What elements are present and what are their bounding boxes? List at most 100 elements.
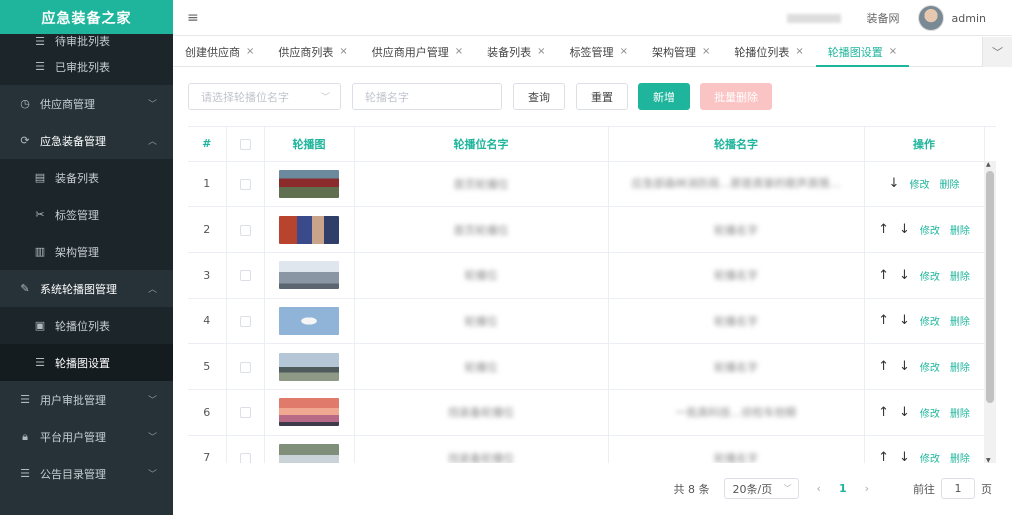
tab-label: 轮播位列表 [734,45,790,59]
arrow-down-icon[interactable]: ↓ [899,450,910,463]
row-name: 轮播名字 [608,206,865,253]
row-name: 一批高科技…侦检车抢眼 [608,389,865,436]
sidebar-item-tags[interactable]: ✂ 标签管理 [0,196,173,233]
filter-toolbar: 请选择轮播位名字 ﹀ 轮播名字 查询 重置 新增 批量删除 [188,83,772,110]
row-checkbox[interactable] [239,178,251,190]
close-icon[interactable]: × [455,46,463,57]
sidebar-item-label: 标签管理 [55,208,99,222]
tab-label: 创建供应商 [185,45,240,59]
tab-create-supplier[interactable]: 创建供应商 × [173,37,266,66]
edit-link[interactable]: 修改 [909,176,929,191]
user-name[interactable]: admin [952,12,986,25]
row-checkbox[interactable] [239,315,251,327]
arrow-up-icon[interactable]: ↑ [878,222,889,237]
close-icon[interactable]: × [339,46,347,57]
arrow-up-icon[interactable]: ↑ [878,450,889,463]
table-scrollbar[interactable]: ▲ ▼ [984,161,996,463]
tab-equipment-list[interactable]: 装备列表 × [475,37,557,66]
avatar[interactable] [917,5,944,31]
close-icon[interactable]: × [620,46,628,57]
arrow-down-icon[interactable]: ↓ [899,268,910,283]
close-icon[interactable]: × [246,46,254,57]
next-page-icon[interactable]: › [865,482,869,495]
close-icon[interactable]: × [889,46,897,57]
row-image-cell [264,206,355,253]
delete-link[interactable]: 删除 [950,222,970,237]
row-name: 轮播名字 [608,435,865,463]
delete-link[interactable]: 删除 [950,359,970,374]
prev-page-icon[interactable]: ‹ [817,482,821,495]
hamburger-icon[interactable]: ≡ [187,10,199,26]
current-page[interactable]: 1 [839,482,847,495]
row-checkbox[interactable] [239,361,251,373]
tab-architecture[interactable]: 架构管理 × [640,37,722,66]
sidebar-item-architecture[interactable]: ▥ 架构管理 [0,233,173,270]
select-all-checkbox[interactable] [239,138,251,150]
row-checkbox[interactable] [239,224,251,236]
sidebar-item-label: 用户审批管理 [40,393,106,407]
sidebar-item-carousel-positions[interactable]: ▣ 轮播位列表 [0,307,173,344]
goto-page-input[interactable]: 1 [941,478,975,499]
arrow-up-icon[interactable]: ↑ [878,405,889,420]
position-text: 轮播位 [464,269,498,283]
edit-link[interactable]: 修改 [920,222,940,237]
delete-link[interactable]: 删除 [939,176,959,191]
delete-link[interactable]: 删除 [950,405,970,420]
chevron-down-icon[interactable]: ﹀ [982,37,1012,67]
sidebar-item-user-approval[interactable]: ☰ 用户审批管理 ﹀ [0,381,173,418]
row-checkbox[interactable] [239,270,251,282]
sidebar-item-pending[interactable]: ☰ 待审批列表 [0,34,173,48]
row-checkbox[interactable] [239,407,251,419]
sidebar-item-platform-users[interactable]: 🔒︎ 平台用户管理 ﹀ [0,418,173,455]
tab-carousel-settings[interactable]: 轮播图设置 × [815,37,910,67]
add-button[interactable]: 新增 [638,83,690,110]
row-position: 首页轮播位 [354,161,609,208]
row-checkbox[interactable] [239,452,251,463]
edit-link[interactable]: 修改 [920,450,940,463]
close-icon[interactable]: × [795,46,803,57]
arrow-up-icon[interactable]: ↑ [878,268,889,283]
close-icon[interactable]: × [702,46,710,57]
scrollbar-thumb[interactable] [986,171,994,403]
scroll-up-icon[interactable]: ▲ [986,161,991,168]
carousel-position-select[interactable]: 请选择轮播位名字 ﹀ [188,83,341,110]
arrow-down-icon[interactable]: ↓ [899,359,910,374]
sidebar-item-carousel[interactable]: ✎ 系统轮播图管理 ︿ [0,270,173,307]
sidebar: 应急装备之家 ☰ 待审批列表 ☰ 已审批列表 ◷ 供应商管理 ﹀ ⟳ 应急装备管理 ︿ ▤ 装… [0,0,173,515]
edit-link[interactable]: 修改 [920,405,940,420]
tab-supplier-users[interactable]: 供应商用户管理 × [360,37,475,66]
tab-carousel-positions[interactable]: 轮播位列表 × [722,37,815,66]
delete-link[interactable]: 删除 [950,450,970,463]
sidebar-item-carousel-settings[interactable]: ☰ 轮播图设置 [0,344,173,381]
sidebar-item-announcements[interactable]: ☰ 公告目录管理 ﹀ [0,455,173,492]
batch-delete-button[interactable]: 批量删除 [700,83,772,110]
arrow-up-icon[interactable]: ↑ [878,313,889,328]
sidebar-item-label: 待审批列表 [55,35,110,48]
reset-button[interactable]: 重置 [576,83,628,110]
delete-link[interactable]: 删除 [950,268,970,283]
arrow-down-icon[interactable]: ↓ [899,222,910,237]
delete-link[interactable]: 删除 [950,313,970,328]
arrow-up-icon[interactable]: ↑ [878,359,889,374]
arrow-down-icon[interactable]: ↓ [889,176,900,191]
site-link[interactable]: 装备网 [867,10,900,26]
sidebar-item-supplier[interactable]: ◷ 供应商管理 ﹀ [0,85,173,122]
table-row: 7 找装备轮播位 轮播名字 ↑ ↓ 修改 删除 [188,435,985,463]
position-text: 找装备轮播位 [448,406,514,420]
carousel-name-input[interactable]: 轮播名字 [352,83,502,110]
row-name: 轮播名字 [608,252,865,299]
sidebar-item-approved[interactable]: ☰ 已审批列表 [0,48,173,85]
sidebar-item-equipment-list[interactable]: ▤ 装备列表 [0,159,173,196]
edit-link[interactable]: 修改 [920,359,940,374]
query-button[interactable]: 查询 [513,83,565,110]
sidebar-item-equipment[interactable]: ⟳ 应急装备管理 ︿ [0,122,173,159]
tab-supplier-list[interactable]: 供应商列表 × [266,37,359,66]
arrow-down-icon[interactable]: ↓ [899,313,910,328]
arrow-down-icon[interactable]: ↓ [899,405,910,420]
scroll-down-icon[interactable]: ▼ [986,457,991,463]
edit-link[interactable]: 修改 [920,313,940,328]
close-icon[interactable]: × [537,46,545,57]
tab-tag-management[interactable]: 标签管理 × [558,37,640,66]
page-size-select[interactable]: 20条/页 ﹀ [723,478,799,499]
edit-link[interactable]: 修改 [920,268,940,283]
